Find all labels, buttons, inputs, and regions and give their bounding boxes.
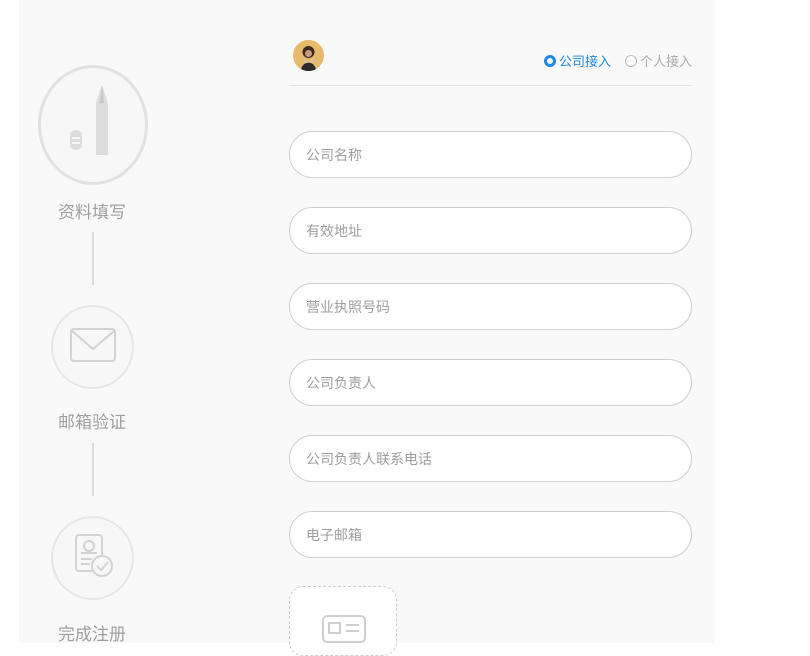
id-card-check-icon xyxy=(68,531,118,586)
radio-label-personal: 个人接入 xyxy=(639,54,692,69)
email-input[interactable] xyxy=(289,511,692,558)
header-divider xyxy=(289,85,692,86)
company-name-input[interactable] xyxy=(289,131,692,178)
step-complete-circle xyxy=(51,516,134,600)
radio-personal-access[interactable]: 个人接入 xyxy=(624,51,692,70)
envelope-icon xyxy=(69,327,117,368)
access-type-toggle: 公司接入 个人接入 xyxy=(543,51,692,70)
business-license-input[interactable] xyxy=(289,283,692,330)
radio-unselected-icon[interactable] xyxy=(624,54,637,67)
company-principal-input[interactable] xyxy=(289,359,692,406)
company-address-input[interactable] xyxy=(289,207,692,254)
step-connector xyxy=(92,443,94,496)
step-fill-info-circle xyxy=(38,65,148,185)
pen-icon xyxy=(68,84,118,166)
step-label-fill-info: 资料填写 xyxy=(58,203,126,222)
radio-company-access[interactable]: 公司接入 xyxy=(543,51,611,70)
step-label-email-verify: 邮箱验证 xyxy=(58,413,126,432)
step-email-verify-circle xyxy=(51,305,134,389)
license-upload-box[interactable] xyxy=(289,586,397,656)
radio-selected-icon[interactable] xyxy=(543,54,556,67)
step-connector xyxy=(92,232,94,285)
step-label-complete: 完成注册 xyxy=(58,625,126,644)
id-card-icon xyxy=(322,614,366,649)
radio-label-company: 公司接入 xyxy=(558,54,611,69)
principal-phone-input[interactable] xyxy=(289,435,692,482)
user-avatar[interactable] xyxy=(293,40,324,71)
